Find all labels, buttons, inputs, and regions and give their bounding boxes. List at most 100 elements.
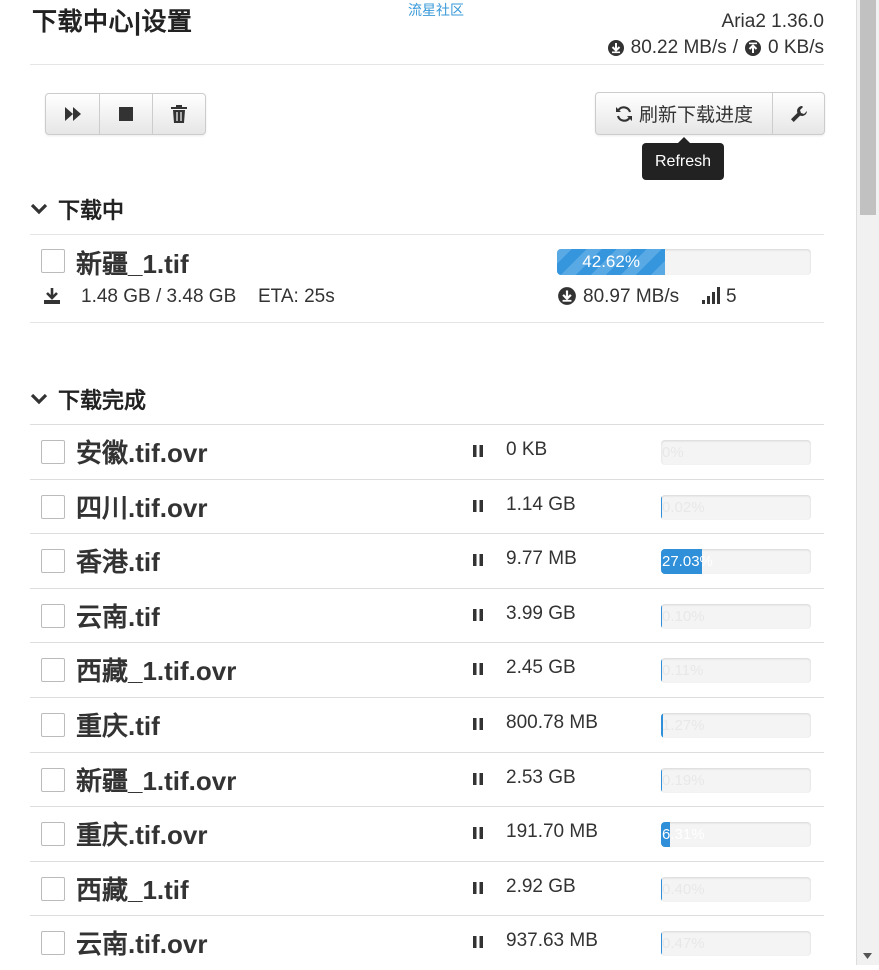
section-completed-label: 下载完成 bbox=[58, 388, 147, 413]
upload-speed: 0 KB/s bbox=[768, 37, 824, 58]
file-size: 191.70 MB bbox=[506, 821, 598, 842]
file-name: 新疆_1.tif bbox=[76, 249, 189, 279]
pause-icon[interactable] bbox=[472, 553, 484, 567]
trash-icon bbox=[171, 105, 187, 123]
row-checkbox[interactable] bbox=[41, 931, 65, 955]
progress-label: 0.19% bbox=[662, 772, 705, 789]
aria2-version: Aria2 1.36.0 bbox=[721, 11, 824, 32]
file-name: 云南.tif bbox=[76, 602, 160, 632]
scroll-down-arrow-icon[interactable] bbox=[863, 953, 872, 959]
delete-button[interactable] bbox=[153, 94, 205, 134]
action-button-group bbox=[45, 93, 206, 135]
section-downloading-label: 下载中 bbox=[58, 198, 125, 223]
row-checkbox[interactable] bbox=[41, 440, 65, 464]
file-name: 新疆_1.tif.ovr bbox=[76, 766, 237, 796]
file-size: 9.77 MB bbox=[506, 548, 577, 569]
global-speeds: 80.22 MB/s / 0 KB/s bbox=[607, 37, 824, 59]
file-size: 3.99 GB bbox=[506, 603, 576, 624]
progress-bar: 0.40% bbox=[661, 877, 811, 902]
speed-separator: / bbox=[732, 37, 739, 58]
upload-speed-icon bbox=[745, 40, 762, 56]
list-item[interactable]: 重庆.tif 800.78 MB 1.27% bbox=[30, 697, 824, 752]
progress-label: 42.62% bbox=[582, 252, 640, 271]
pause-icon[interactable] bbox=[472, 717, 484, 731]
settings-button[interactable] bbox=[773, 93, 824, 134]
refresh-label: 刷新下载进度 bbox=[638, 105, 753, 126]
resume-button[interactable] bbox=[46, 94, 100, 134]
row-checkbox[interactable] bbox=[41, 495, 65, 519]
progress-bar: 42.62% bbox=[557, 249, 811, 275]
file-name: 云南.tif.ovr bbox=[76, 929, 208, 959]
download-progress-text: 1.48 GB / 3.48 GB bbox=[81, 286, 237, 307]
row-checkbox[interactable] bbox=[41, 249, 65, 273]
file-name: 香港.tif bbox=[76, 547, 160, 577]
progress-label: 0.11% bbox=[662, 662, 704, 679]
chevron-down-icon bbox=[30, 393, 48, 405]
row-checkbox[interactable] bbox=[41, 768, 65, 792]
progress-label: 27.03% bbox=[662, 553, 713, 570]
file-size: 1.14 GB bbox=[506, 494, 576, 515]
divider bbox=[30, 322, 824, 323]
list-item[interactable]: 四川.tif.ovr 1.14 GB 0.02% bbox=[30, 479, 824, 534]
refresh-button[interactable]: 刷新下载进度 bbox=[596, 93, 773, 134]
list-item[interactable]: 重庆.tif.ovr 191.70 MB 6.31% bbox=[30, 806, 824, 861]
progress-bar: 1.27% bbox=[661, 713, 811, 738]
file-size: 2.53 GB bbox=[506, 767, 576, 788]
row-checkbox[interactable] bbox=[41, 549, 65, 573]
row-checkbox[interactable] bbox=[41, 658, 65, 682]
section-downloading[interactable]: 下载中 bbox=[30, 193, 124, 225]
row-checkbox[interactable] bbox=[41, 877, 65, 901]
pause-icon[interactable] bbox=[472, 826, 484, 840]
pause-icon[interactable] bbox=[472, 499, 484, 513]
pause-icon[interactable] bbox=[472, 881, 484, 895]
signal-icon bbox=[702, 287, 720, 304]
file-size: 0 KB bbox=[506, 439, 548, 460]
progress-bar: 0.10% bbox=[661, 604, 811, 629]
header-divider bbox=[30, 64, 824, 65]
file-name: 西藏_1.tif bbox=[76, 875, 189, 905]
list-item[interactable]: 云南.tif.ovr 937.63 MB 0.47% bbox=[30, 915, 824, 970]
pause-icon[interactable] bbox=[472, 608, 484, 622]
community-link[interactable]: 流星社区 bbox=[408, 0, 464, 20]
pause-icon[interactable] bbox=[472, 662, 484, 676]
list-item[interactable]: 云南.tif 3.99 GB 0.10% bbox=[30, 588, 824, 643]
list-item[interactable]: 香港.tif 9.77 MB 27.03% bbox=[30, 533, 824, 588]
download-icon bbox=[44, 288, 60, 304]
progress-label: 6.31% bbox=[662, 826, 705, 843]
row-checkbox[interactable] bbox=[41, 822, 65, 846]
section-completed[interactable]: 下载完成 bbox=[30, 383, 146, 415]
active-download-row[interactable]: 新疆_1.tif 1.48 GB / 3.48 GB ETA: 25s 42.6… bbox=[30, 235, 824, 322]
progress-label: 0.02% bbox=[662, 499, 705, 516]
refresh-icon bbox=[615, 105, 632, 122]
refresh-tooltip: Refresh bbox=[642, 137, 724, 180]
file-name: 安徽.tif.ovr bbox=[76, 438, 208, 468]
connections-count: 5 bbox=[726, 286, 737, 307]
list-item[interactable]: 安徽.tif.ovr 0 KB 0% bbox=[30, 424, 824, 479]
fast-forward-icon bbox=[64, 107, 81, 121]
progress-label: 1.27% bbox=[662, 717, 705, 734]
refresh-button-group: 刷新下载进度 bbox=[595, 92, 825, 135]
progress-bar: 0.19% bbox=[661, 768, 811, 793]
list-item[interactable]: 西藏_1.tif.ovr 2.45 GB 0.11% bbox=[30, 642, 824, 697]
progress-label: 0.40% bbox=[662, 881, 705, 898]
row-checkbox[interactable] bbox=[41, 713, 65, 737]
download-speed: 80.22 MB/s bbox=[630, 37, 727, 58]
pause-icon[interactable] bbox=[472, 772, 484, 786]
list-item[interactable]: 新疆_1.tif.ovr 2.53 GB 0.19% bbox=[30, 752, 824, 807]
file-name: 重庆.tif.ovr bbox=[76, 820, 208, 850]
file-size: 2.45 GB bbox=[506, 657, 576, 678]
pause-icon[interactable] bbox=[472, 935, 484, 949]
stop-icon bbox=[119, 107, 133, 121]
scrollbar-thumb[interactable] bbox=[860, 0, 876, 215]
wrench-icon bbox=[790, 105, 807, 122]
file-name: 西藏_1.tif.ovr bbox=[76, 656, 237, 686]
stop-button[interactable] bbox=[100, 94, 153, 134]
pause-icon[interactable] bbox=[472, 444, 484, 458]
file-name: 四川.tif.ovr bbox=[76, 493, 208, 523]
list-item[interactable]: 西藏_1.tif 2.92 GB 0.40% bbox=[30, 861, 824, 916]
download-speed-value: 80.97 MB/s bbox=[583, 286, 680, 307]
row-checkbox[interactable] bbox=[41, 604, 65, 628]
progress-label: 0.47% bbox=[662, 935, 705, 952]
progress-label: 0% bbox=[662, 444, 684, 461]
speed-icon bbox=[558, 287, 576, 305]
